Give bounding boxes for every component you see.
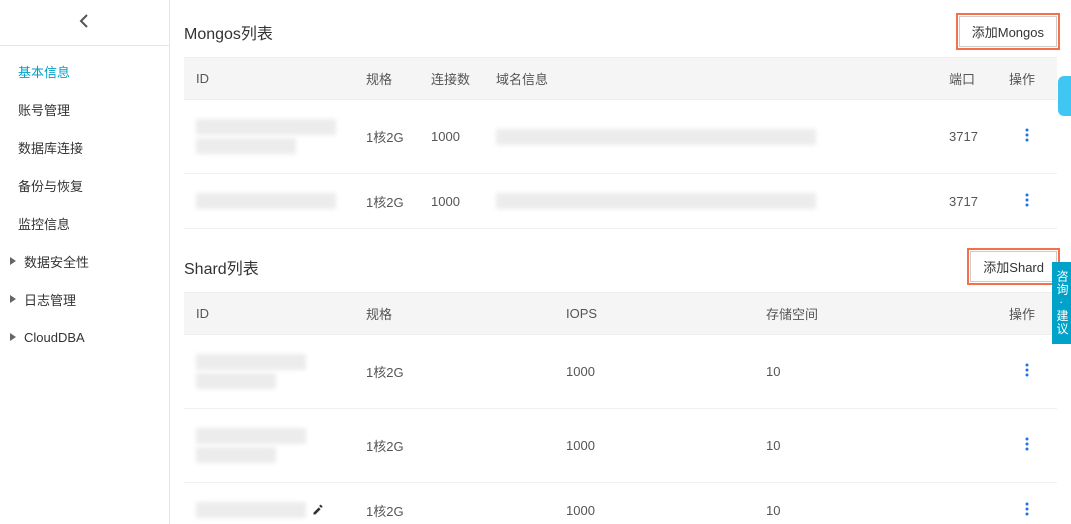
edit-icon[interactable] [312, 504, 324, 516]
cell-conn: 1000 [419, 174, 484, 229]
sidebar-item-label: 账号管理 [18, 100, 70, 119]
table-row: 1核2G 1000 10 [184, 335, 1057, 409]
sidebar-item-label: 备份与恢复 [18, 176, 83, 195]
cell-storage: 10 [754, 483, 997, 524]
sidebar-item-label: 数据库连接 [18, 138, 83, 157]
sidebar-item-db-connection[interactable]: 数据库连接 [0, 128, 169, 166]
col-port: 端口 [937, 58, 997, 100]
col-spec: 规格 [354, 293, 554, 335]
caret-right-icon [8, 331, 20, 343]
cell-storage: 10 [754, 335, 997, 409]
sidebar-nav: 基本信息 账号管理 数据库连接 备份与恢复 监控信息 数据安全性 日志管理 Cl… [0, 46, 169, 524]
feedback-tab[interactable]: 咨询 · 建议 [1052, 262, 1071, 344]
caret-right-icon [8, 255, 20, 267]
col-domain: 域名信息 [484, 58, 937, 100]
sidebar-item-label: 基本信息 [18, 62, 70, 81]
shard-title: Shard列表 [184, 255, 259, 279]
row-actions-button[interactable] [997, 100, 1057, 174]
cell-conn: 1000 [419, 100, 484, 174]
col-ops: 操作 [997, 293, 1057, 335]
shard-table: ID 规格 IOPS 存储空间 操作 1核2G 1000 10 1核2G 100… [184, 292, 1057, 524]
more-vertical-icon [1025, 439, 1029, 454]
side-handle[interactable] [1058, 76, 1071, 116]
cell-port: 3717 [937, 174, 997, 229]
col-storage: 存储空间 [754, 293, 997, 335]
row-actions-button[interactable] [997, 409, 1057, 483]
cell-iops: 1000 [554, 409, 754, 483]
row-actions-button[interactable] [997, 483, 1057, 524]
more-vertical-icon [1025, 504, 1029, 519]
more-vertical-icon [1025, 130, 1029, 145]
sidebar-item-basic-info[interactable]: 基本信息 [0, 52, 169, 90]
cell-id [184, 174, 354, 229]
mongos-title: Mongos列表 [184, 20, 273, 44]
col-spec: 规格 [354, 58, 419, 100]
cell-spec: 1核2G [354, 335, 554, 409]
cell-spec: 1核2G [354, 409, 554, 483]
chevron-left-icon [77, 13, 93, 32]
row-actions-button[interactable] [997, 335, 1057, 409]
sidebar-item-backup[interactable]: 备份与恢复 [0, 166, 169, 204]
row-actions-button[interactable] [997, 174, 1057, 229]
col-conn: 连接数 [419, 58, 484, 100]
sidebar-item-label: 数据安全性 [24, 252, 89, 271]
sidebar-item-label: CloudDBA [24, 330, 85, 345]
back-button[interactable] [0, 0, 169, 46]
cell-iops: 1000 [554, 335, 754, 409]
cell-spec: 1核2G [354, 483, 554, 524]
table-row: 1核2G 1000 3717 [184, 174, 1057, 229]
cell-spec: 1核2G [354, 174, 419, 229]
col-iops: IOPS [554, 293, 754, 335]
col-id: ID [184, 58, 354, 100]
mongos-table: ID 规格 连接数 域名信息 端口 操作 1核2G 1000 3717 1核2G… [184, 57, 1057, 229]
more-vertical-icon [1025, 195, 1029, 210]
cell-storage: 10 [754, 409, 997, 483]
sidebar-item-logs[interactable]: 日志管理 [0, 280, 169, 318]
sidebar-item-label: 日志管理 [24, 290, 76, 309]
sidebar-item-account[interactable]: 账号管理 [0, 90, 169, 128]
sidebar: 基本信息 账号管理 数据库连接 备份与恢复 监控信息 数据安全性 日志管理 Cl… [0, 0, 170, 524]
cell-domain [484, 100, 937, 174]
caret-right-icon [8, 293, 20, 305]
col-id: ID [184, 293, 354, 335]
cell-id [184, 100, 354, 174]
cell-domain [484, 174, 937, 229]
table-row: 1核2G 1000 10 [184, 409, 1057, 483]
cell-spec: 1核2G [354, 100, 419, 174]
table-row: 1核2G 1000 3717 [184, 100, 1057, 174]
cell-id [184, 335, 354, 409]
shard-header: Shard列表 添加Shard [184, 251, 1057, 282]
col-ops: 操作 [997, 58, 1057, 100]
add-mongos-button[interactable]: 添加Mongos [959, 16, 1057, 47]
main-content: Mongos列表 添加Mongos ID 规格 连接数 域名信息 端口 操作 1… [170, 0, 1071, 524]
cell-id [184, 409, 354, 483]
sidebar-item-clouddba[interactable]: CloudDBA [0, 318, 169, 356]
add-shard-button[interactable]: 添加Shard [970, 251, 1057, 282]
sidebar-item-label: 监控信息 [18, 214, 70, 233]
mongos-header: Mongos列表 添加Mongos [184, 16, 1057, 47]
cell-port: 3717 [937, 100, 997, 174]
cell-iops: 1000 [554, 483, 754, 524]
table-row: 1核2G 1000 10 [184, 483, 1057, 524]
more-vertical-icon [1025, 365, 1029, 380]
cell-id [184, 483, 354, 524]
sidebar-item-security[interactable]: 数据安全性 [0, 242, 169, 280]
sidebar-item-monitoring[interactable]: 监控信息 [0, 204, 169, 242]
